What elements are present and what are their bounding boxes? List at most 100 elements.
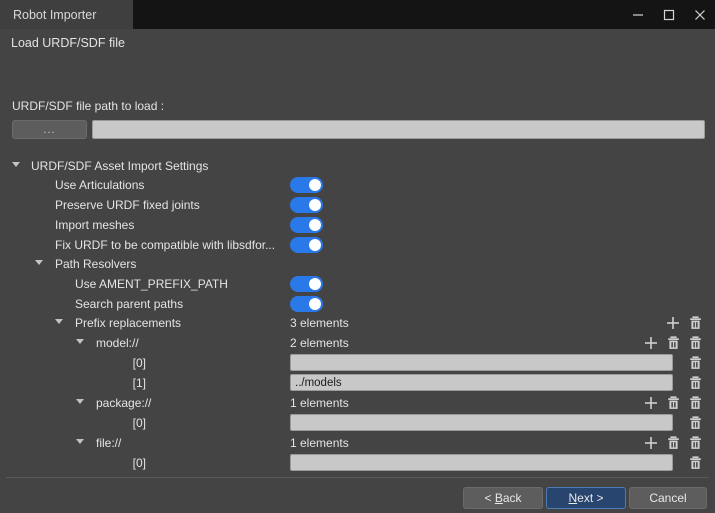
tree-row: [0] [0,353,715,373]
chevron-down-icon[interactable] [76,339,84,344]
add-element-button-prefix-model[interactable] [643,335,659,351]
row-label-import-meshes: Import meshes [55,218,135,232]
maximize-button[interactable] [653,0,684,29]
back-button-label: < Back [484,491,522,505]
delete-button-prefix-model-item-1[interactable] [687,375,703,391]
row-label-fix-urdf-libsdformat: Fix URDF to be compatible with libsdfor.… [55,238,276,252]
delete-group-button-prefix-model[interactable] [665,335,681,351]
trash-icon [689,316,702,330]
value-input-prefix-package-item-0[interactable] [290,414,673,431]
title-bar: Robot Importer [0,0,715,29]
tree-row: file:// 1 elements [0,433,715,453]
element-count-prefix-model: 2 elements [290,336,349,350]
browse-button[interactable]: ... [12,120,87,139]
tree-row: URDF/SDF Asset Import Settings [0,156,715,176]
tab-label: Robot Importer [13,7,97,22]
footer-bar: < Back Next > Cancel [0,478,715,513]
tree-row: Fix URDF to be compatible with libsdfor.… [0,235,715,255]
delete-button-prefix-replacements[interactable] [687,315,703,331]
trash-icon [689,336,702,350]
chevron-down-icon[interactable] [55,319,63,324]
file-path-label: URDF/SDF file path to load : [12,99,165,113]
value-input-prefix-model-item-0[interactable] [290,354,673,371]
delete-group-button-prefix-file[interactable] [665,435,681,451]
tree-row: package:// 1 elements [0,393,715,413]
row-label-preserve-urdf-fixed-joints: Preserve URDF fixed joints [55,198,200,212]
tree-row: Path Resolvers [0,254,715,274]
row-label-prefix-file-item-0: [0] [132,456,146,470]
toggle-knob [309,179,321,191]
toggle-knob [309,199,321,211]
tree-row: Prefix replacements 3 elements [0,313,715,333]
toggle-preserve-urdf-fixed-joints[interactable] [290,197,323,213]
element-count-prefix-package: 1 elements [290,396,349,410]
tree-row: [0] [0,413,715,433]
minimize-icon [632,13,643,16]
trash-icon [689,456,702,470]
tree-row: [0] [0,453,715,473]
close-icon [694,9,705,20]
delete-button-prefix-file[interactable] [687,435,703,451]
close-button[interactable] [684,0,715,29]
delete-button-prefix-file-item-0[interactable] [687,455,703,471]
trash-icon [689,436,702,450]
tree-row: Use AMENT_PREFIX_PATH [0,274,715,294]
row-label-prefix-package: package:// [96,396,152,410]
delete-button-prefix-model[interactable] [687,335,703,351]
trash-icon [689,396,702,410]
toggle-knob [309,298,321,310]
tree-row: Preserve URDF fixed joints [0,195,715,215]
back-button[interactable]: < Back [463,487,543,509]
file-path-input[interactable] [92,120,705,139]
toggle-search-parent-paths[interactable] [290,296,323,312]
add-element-button-prefix-package[interactable] [643,395,659,411]
tree-row: [1] [0,373,715,393]
trash-icon [667,336,680,350]
delete-button-prefix-model-item-0[interactable] [687,355,703,371]
toggle-fix-urdf-libsdformat[interactable] [290,237,323,253]
tree-row: Import meshes [0,215,715,235]
row-label-prefix-replacements: Prefix replacements [75,316,182,330]
trash-icon [667,436,680,450]
row-label-prefix-package-item-0: [0] [132,416,146,430]
value-input-prefix-model-item-1[interactable] [290,374,673,391]
trash-icon [689,356,702,370]
cancel-button[interactable]: Cancel [629,487,707,509]
plus-icon [666,316,680,330]
add-element-button-prefix-file[interactable] [643,435,659,451]
toggle-knob [309,278,321,290]
tab-robot-importer[interactable]: Robot Importer [0,0,133,29]
row-label-use-articulations: Use Articulations [55,178,145,192]
toggle-use-ament-prefix-path[interactable] [290,276,323,292]
trash-icon [689,416,702,430]
toggle-use-articulations[interactable] [290,177,323,193]
trash-icon [667,396,680,410]
toggle-knob [309,219,321,231]
row-label-prefix-file: file:// [96,436,122,450]
chevron-down-icon[interactable] [12,162,20,167]
delete-button-prefix-package-item-0[interactable] [687,415,703,431]
minimize-button[interactable] [622,0,653,29]
main-content: URDF/SDF file path to load : ... URDF/SD… [0,57,715,477]
next-button[interactable]: Next > [546,487,626,509]
delete-group-button-prefix-package[interactable] [665,395,681,411]
plus-icon [644,396,658,410]
value-input-prefix-file-item-0[interactable] [290,454,673,471]
delete-button-prefix-package[interactable] [687,395,703,411]
toggle-knob [309,239,321,251]
page-title-text: Load URDF/SDF file [11,36,125,50]
row-label-search-parent-paths: Search parent paths [75,297,184,311]
tree-row: Use Articulations [0,175,715,195]
browse-button-label: ... [43,124,56,136]
chevron-down-icon[interactable] [76,439,84,444]
element-count-prefix-file: 1 elements [290,436,349,450]
maximize-icon [663,9,674,20]
toggle-import-meshes[interactable] [290,217,323,233]
next-button-label: Next > [568,491,604,505]
chevron-down-icon[interactable] [76,399,84,404]
element-count-prefix-replacements: 3 elements [290,316,349,330]
row-label-prefix-model: model:// [96,336,139,350]
add-element-button-prefix-replacements[interactable] [665,315,681,331]
chevron-down-icon[interactable] [35,260,43,265]
row-label-path-resolvers: Path Resolvers [55,257,137,271]
